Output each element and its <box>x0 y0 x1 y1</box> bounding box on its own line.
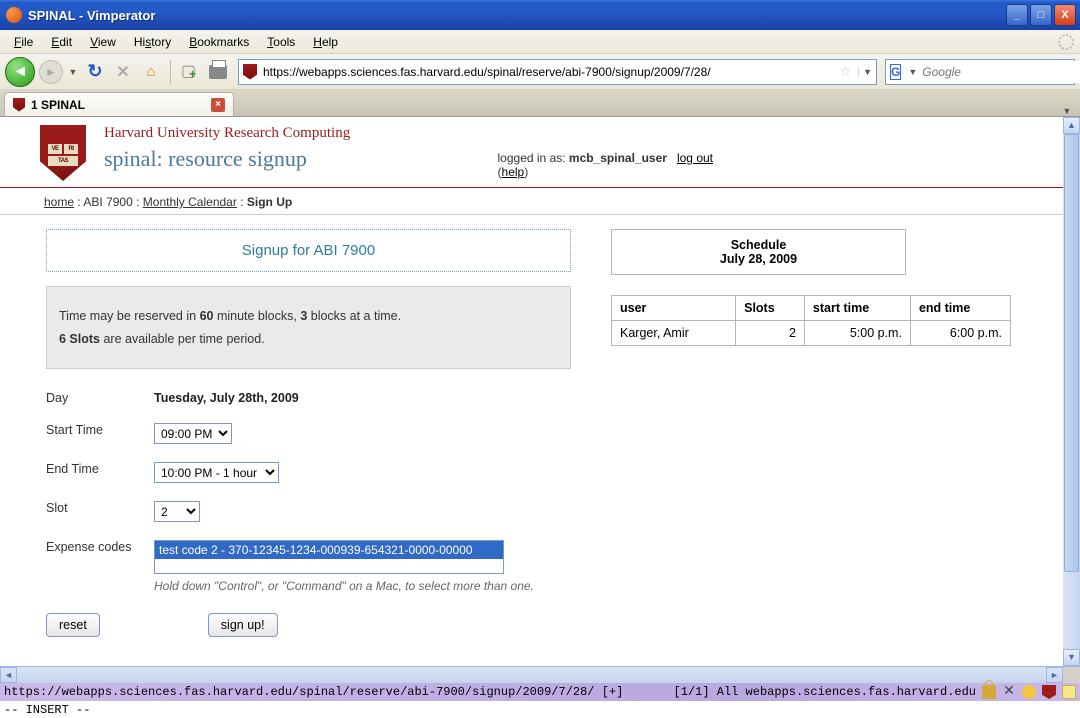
maximize-button[interactable]: □ <box>1030 4 1052 26</box>
schedule-table: user Slots start time end time Karger, A… <box>611 295 1011 346</box>
google-icon: G <box>890 64 901 80</box>
help-link[interactable]: help <box>502 165 525 179</box>
status-right: [1/1] All webapps.sciences.fas.harvard.e… <box>674 685 976 699</box>
slot-select[interactable]: 2 <box>154 501 200 522</box>
login-info: logged in as: mcb_spinal_user log out (h… <box>498 125 1053 179</box>
search-engine-dropdown[interactable]: ▼ <box>905 67 920 77</box>
expense-codes-listbox[interactable]: test code 2 - 370-12345-1234-000939-6543… <box>154 540 504 574</box>
table-row: Karger, Amir 2 5:00 p.m. 6:00 p.m. <box>612 321 1011 346</box>
slot-label: Slot <box>46 501 154 515</box>
titlebar[interactable]: SPINAL - Vimperator _ □ X <box>0 0 1080 30</box>
minimize-button[interactable]: _ <box>1006 4 1028 26</box>
menu-history[interactable]: History <box>126 33 179 51</box>
toolbar: ◄ ► ▼ ↻ ✕ ⌂ ☆ ▼ G ▼ 🔍 <box>0 54 1080 90</box>
home-button[interactable]: ⌂ <box>139 60 163 84</box>
new-tab-button[interactable] <box>178 60 202 84</box>
nav-history-dropdown[interactable]: ▼ <box>67 67 79 77</box>
status-bar: https://webapps.sciences.fas.harvard.edu… <box>0 683 1080 701</box>
vertical-scrollbar[interactable]: ▲ ▼ <box>1063 117 1080 666</box>
back-button[interactable]: ◄ <box>5 57 35 87</box>
scroll-thumb[interactable] <box>1064 134 1079 572</box>
start-time-select[interactable]: 09:00 PM <box>154 423 232 444</box>
page-content: VE RI TAS Harvard University Research Co… <box>0 117 1063 666</box>
tab-bar: 1 SPINAL × ▼ <box>0 90 1080 116</box>
tab-title: 1 SPINAL <box>31 98 85 112</box>
menu-file[interactable]: File <box>6 33 41 51</box>
menu-bookmarks[interactable]: Bookmarks <box>181 33 257 51</box>
th-user: user <box>612 296 736 321</box>
tab-favicon-icon <box>13 98 25 112</box>
menu-view[interactable]: View <box>82 33 124 51</box>
schedule-header-box: Schedule July 28, 2009 <box>611 229 906 275</box>
harvard-shield-logo: VE RI TAS <box>40 125 86 181</box>
signup-title: Signup for ABI 7900 <box>46 229 571 272</box>
breadcrumb-current: Sign Up <box>247 195 292 209</box>
status-url: https://webapps.sciences.fas.harvard.edu… <box>4 685 623 699</box>
throbber-icon <box>1058 34 1074 50</box>
username: mcb_spinal_user <box>569 151 667 165</box>
expense-code-option[interactable]: test code 2 - 370-12345-1234-000939-6543… <box>155 541 503 559</box>
menu-help[interactable]: Help <box>305 33 346 51</box>
expense-codes-label: Expense codes <box>46 540 154 554</box>
breadcrumb-resource: ABI 7900 <box>83 195 132 209</box>
expense-codes-hint: Hold down "Control", or "Command" on a M… <box>154 578 554 595</box>
search-bar[interactable]: G ▼ 🔍 <box>885 59 1075 85</box>
reset-button[interactable]: reset <box>46 613 100 637</box>
breadcrumb-calendar[interactable]: Monthly Calendar <box>143 195 237 209</box>
stop-button: ✕ <box>111 60 135 84</box>
menu-edit[interactable]: Edit <box>43 33 80 51</box>
org-name: Harvard University Research Computing <box>104 125 350 142</box>
smiley-icon[interactable] <box>1022 685 1036 699</box>
breadcrumb-home[interactable]: home <box>44 195 74 209</box>
expense-code-blank[interactable] <box>155 559 503 573</box>
scroll-up-arrow[interactable]: ▲ <box>1063 117 1080 134</box>
window-title: SPINAL - Vimperator <box>28 8 1006 23</box>
shield-icon[interactable] <box>1042 685 1056 699</box>
menubar: File Edit View History Bookmarks Tools H… <box>0 30 1080 54</box>
start-time-label: Start Time <box>46 423 154 437</box>
url-input[interactable] <box>261 61 834 83</box>
scroll-left-arrow[interactable]: ◄ <box>0 667 17 683</box>
close-button[interactable]: X <box>1054 4 1076 26</box>
th-start: start time <box>804 296 910 321</box>
vimperator-mode: -- INSERT -- <box>0 701 1080 718</box>
breadcrumb: home : ABI 7900 : Monthly Calendar : Sig… <box>0 190 1063 215</box>
search-input[interactable] <box>920 61 1080 83</box>
day-value: Tuesday, July 28th, 2009 <box>154 391 299 405</box>
reload-button[interactable]: ↻ <box>83 60 107 84</box>
note-icon[interactable] <box>1062 685 1076 699</box>
tools-icon[interactable]: ✕ <box>1002 685 1016 699</box>
site-favicon-icon <box>243 64 257 80</box>
end-time-select[interactable]: 10:00 PM - 1 hour <box>154 462 279 483</box>
th-slots: Slots <box>736 296 805 321</box>
signup-button[interactable]: sign up! <box>208 613 278 637</box>
scroll-right-arrow[interactable]: ► <box>1046 667 1063 683</box>
tab-spinal[interactable]: 1 SPINAL × <box>4 92 234 116</box>
th-end: end time <box>910 296 1010 321</box>
print-button[interactable] <box>206 60 230 84</box>
info-box: Time may be reserved in 60 minute blocks… <box>46 286 571 369</box>
day-label: Day <box>46 391 154 405</box>
url-dropdown[interactable]: ▼ <box>858 67 876 77</box>
lock-icon <box>982 685 996 699</box>
url-bar[interactable]: ☆ ▼ <box>238 59 877 85</box>
tab-list-dropdown[interactable]: ▼ <box>1058 106 1076 116</box>
scroll-down-arrow[interactable]: ▼ <box>1063 649 1080 666</box>
logout-link[interactable]: log out <box>677 151 713 165</box>
tab-close-button[interactable]: × <box>211 98 225 112</box>
end-time-label: End Time <box>46 462 154 476</box>
menu-tools[interactable]: Tools <box>259 33 303 51</box>
app-name: spinal: resource signup <box>104 146 350 172</box>
horizontal-scrollbar[interactable]: ◄ ► <box>0 666 1080 683</box>
bookmark-star-icon[interactable]: ☆ <box>834 63 859 80</box>
firefox-icon <box>6 7 22 23</box>
forward-button: ► <box>39 60 63 84</box>
